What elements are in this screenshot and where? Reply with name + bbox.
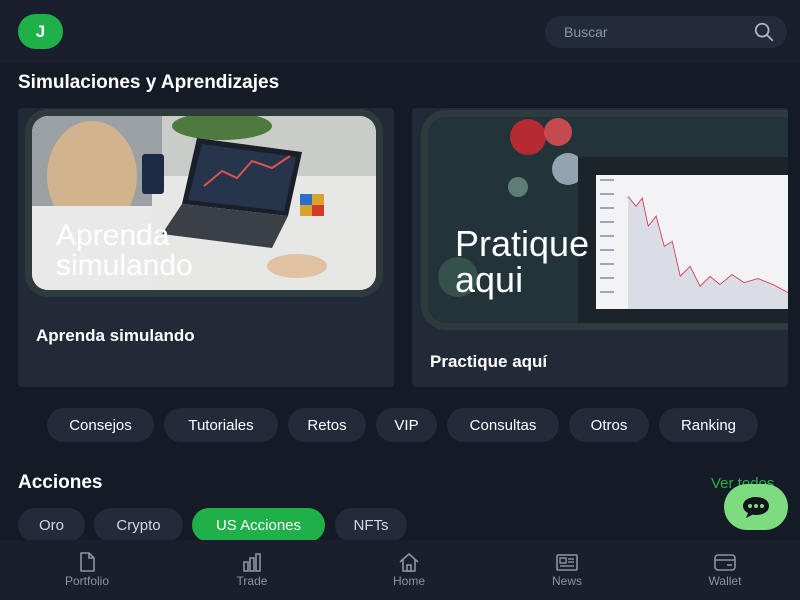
tab-oro[interactable]: Oro: [18, 508, 85, 542]
nav-news[interactable]: News: [527, 552, 607, 588]
file-icon: [80, 552, 95, 572]
card-image-caption: Pratique aqui: [455, 223, 590, 300]
tab-us-acciones[interactable]: US Acciones: [192, 508, 325, 542]
chip-tutoriales[interactable]: Tutoriales: [164, 408, 278, 442]
newspaper-icon: [556, 554, 578, 571]
nav-label: Portfolio: [64, 574, 110, 588]
card-learn-simulating[interactable]: Aprenda simulando Aprenda simulando: [18, 108, 394, 387]
avatar-initial: J: [35, 21, 46, 41]
chat-button[interactable]: [724, 484, 788, 530]
card-title: Aprenda simulando: [36, 326, 195, 345]
card-practice-here[interactable]: Pratique aqui Practique aquí: [412, 108, 788, 387]
chip-consultas[interactable]: Consultas: [447, 408, 559, 442]
search-input[interactable]: [564, 24, 753, 40]
page-title: Simulaciones y Aprendizajes: [18, 72, 280, 93]
bar-chart-icon: [243, 553, 261, 572]
nav-label: Home: [392, 574, 425, 588]
home-icon: [399, 553, 419, 572]
wallet-icon: [714, 554, 736, 571]
chip-consejos[interactable]: Consejos: [47, 408, 154, 442]
chip-vip[interactable]: VIP: [376, 408, 437, 442]
chip-ranking[interactable]: Ranking: [659, 408, 758, 442]
search-icon[interactable]: [753, 21, 775, 43]
tab-crypto[interactable]: Crypto: [94, 508, 183, 542]
bottom-navigation: Portfolio Trade Home News Wallet: [0, 540, 800, 600]
nav-label: Trade: [236, 574, 268, 588]
top-bar: J: [0, 0, 800, 63]
tab-nfts[interactable]: NFTs: [335, 508, 407, 542]
market-tabs: Oro Crypto US Acciones NFTs: [0, 508, 800, 542]
user-avatar[interactable]: J: [18, 14, 63, 49]
chat-icon: [743, 497, 769, 518]
nav-wallet[interactable]: Wallet: [685, 552, 765, 588]
card-title: Practique aquí: [430, 352, 548, 371]
search-bar[interactable]: [545, 16, 787, 48]
card-image-caption: Aprenda simulando: [56, 219, 193, 282]
section-title: Acciones: [18, 472, 103, 493]
chip-retos[interactable]: Retos: [288, 408, 366, 442]
nav-label: News: [551, 574, 582, 588]
nav-trade[interactable]: Trade: [212, 552, 292, 588]
nav-home[interactable]: Home: [369, 552, 449, 588]
nav-label: Wallet: [708, 574, 742, 588]
category-chips: Consejos Tutoriales Retos VIP Consultas …: [0, 408, 800, 442]
chip-otros[interactable]: Otros: [569, 408, 649, 442]
nav-portfolio[interactable]: Portfolio: [47, 552, 127, 588]
